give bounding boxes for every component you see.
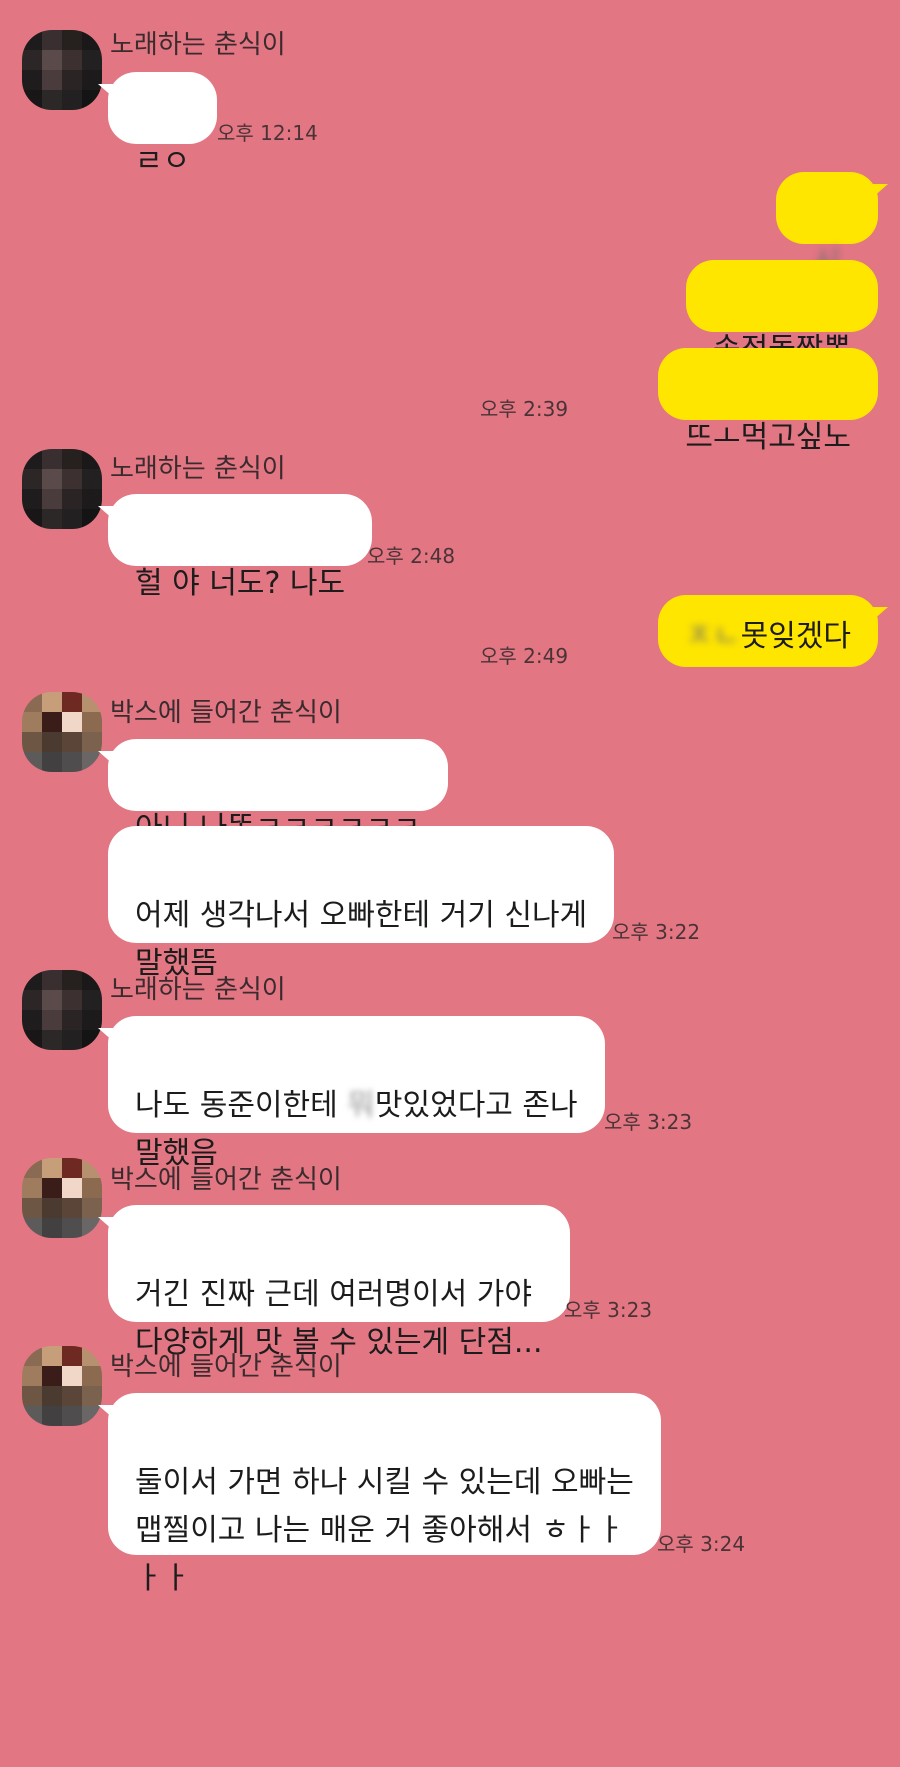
avatar[interactable] bbox=[22, 449, 102, 529]
message-bubble[interactable]: 거긴 진짜 근데 여러명이서 가야 다양하게 맛 볼 수 있는게 단점... bbox=[98, 1205, 570, 1360]
sender-name: 박스에 들어간 춘식이 bbox=[110, 1352, 342, 1382]
message-bubble-outgoing[interactable]: ㅈㄴ못잊겠다 bbox=[658, 595, 888, 667]
message-text: 어제 생각나서 오빠한테 거기 신나게 말했뜸 bbox=[135, 898, 588, 981]
message-text: 못잊겠다 bbox=[740, 619, 851, 654]
message-bubble[interactable]: 헐 야 너도? 나도 bbox=[97, 494, 373, 601]
message-time: 오후 3:23 bbox=[564, 1298, 653, 1322]
sender-name: 노래하는 춘식이 bbox=[110, 975, 286, 1005]
censored-text: 뭐 bbox=[347, 1088, 375, 1123]
avatar[interactable] bbox=[22, 30, 102, 110]
message-time: 오후 3:23 bbox=[604, 1110, 693, 1134]
message-text: 둘이서 가면 하나 시킬 수 있는데 오빠는 맵찔이고 나는 매운 거 좋아해서… bbox=[135, 1465, 634, 1596]
message-bubble-outgoing[interactable]: 뜨ㅗ먹고싶노 bbox=[658, 348, 878, 455]
sender-name: 박스에 들어간 춘식이 bbox=[110, 1165, 342, 1195]
avatar[interactable] bbox=[22, 1158, 102, 1238]
message-text: 헐 야 너도? 나도 bbox=[135, 566, 346, 601]
sender-name: 박스에 들어간 춘식이 bbox=[110, 698, 342, 728]
message-bubble-outgoing[interactable]: 시바 bbox=[776, 172, 888, 327]
message-text: 거긴 진짜 근데 여러명이서 가야 다양하게 맛 볼 수 있는게 단점... bbox=[135, 1277, 543, 1360]
censored-text: ㅈㄴ bbox=[685, 619, 741, 654]
message-time: 오후 3:22 bbox=[612, 920, 701, 944]
message-time: 오후 3:24 bbox=[657, 1532, 746, 1556]
message-time: 오후 12:14 bbox=[217, 121, 318, 145]
message-time: 오후 2:49 bbox=[480, 644, 569, 668]
message-bubble[interactable]: 나도 동준이한테 뭐맛있었다고 존나 말했음 bbox=[98, 1016, 605, 1171]
avatar[interactable] bbox=[22, 1346, 102, 1426]
avatar[interactable] bbox=[22, 970, 102, 1050]
sender-name: 노래하는 춘식이 bbox=[110, 454, 286, 484]
message-bubble[interactable]: ㄹㅇ bbox=[97, 72, 218, 179]
message-time: 오후 2:39 bbox=[480, 397, 569, 421]
avatar[interactable] bbox=[22, 692, 102, 772]
message-bubble[interactable]: 둘이서 가면 하나 시킬 수 있는데 오빠는 맵찔이고 나는 매운 거 좋아해서… bbox=[98, 1393, 661, 1596]
sender-name: 노래하는 춘식이 bbox=[110, 30, 286, 60]
message-bubble-outgoing[interactable]: 송정돌짬뽕 bbox=[686, 260, 878, 367]
message-bubble[interactable]: 아니 나똒ㅋㅋㅋㅋㅋㅋ bbox=[98, 739, 448, 846]
message-bubble[interactable]: 어제 생각나서 오빠한테 거기 신나게 말했뜸 bbox=[108, 826, 615, 981]
message-text: ㄹㅇ bbox=[135, 144, 191, 179]
message-time: 오후 2:48 bbox=[367, 544, 456, 568]
message-text: 뜨ㅗ먹고싶노 bbox=[685, 420, 851, 455]
message-text: 나도 동준이한테 bbox=[135, 1088, 348, 1123]
